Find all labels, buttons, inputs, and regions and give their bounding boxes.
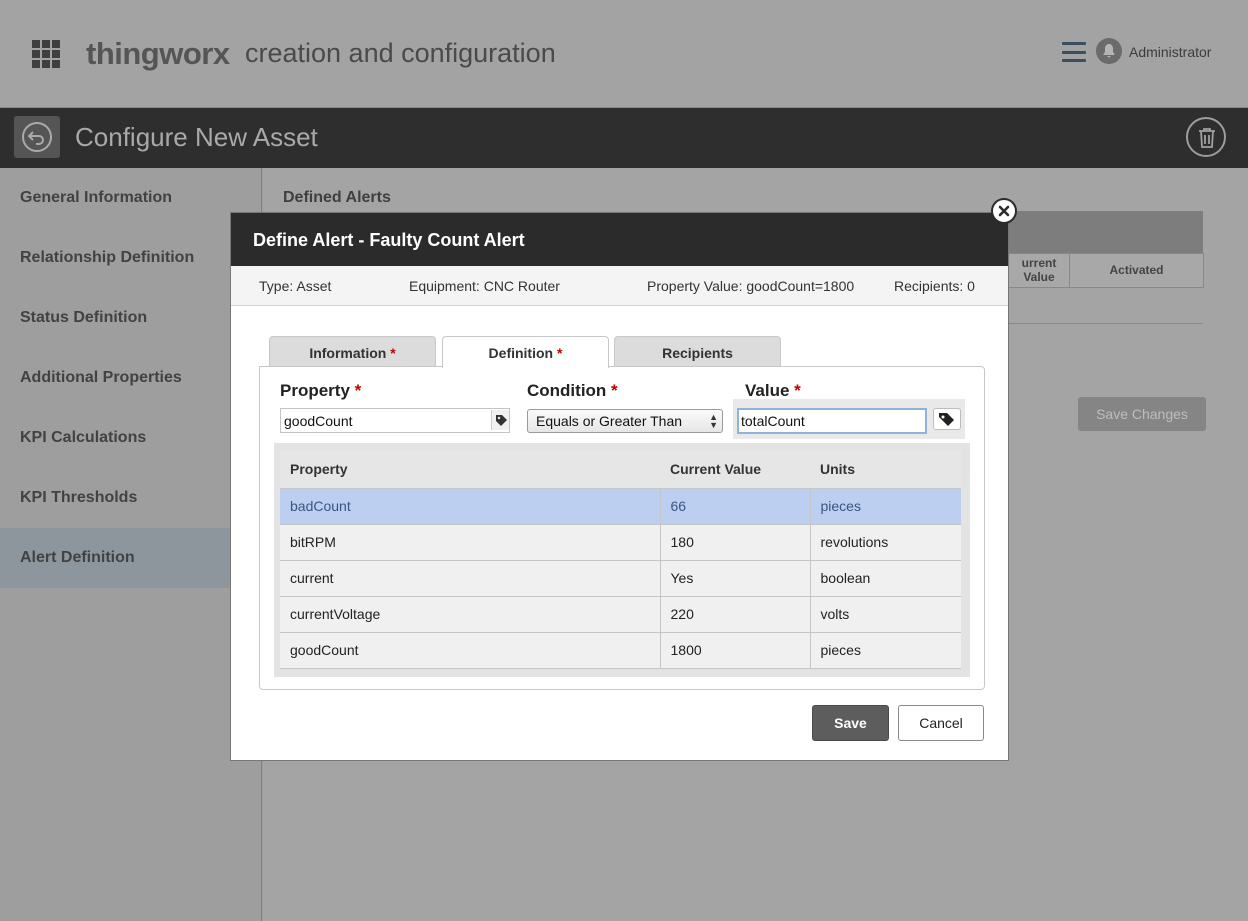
sidebar-item-alert-definition[interactable]: Alert Definition [0,528,262,588]
column-header-property[interactable]: Property [280,451,660,489]
property-label: Property * [280,381,362,400]
table-row[interactable]: goodCount 1800 pieces [280,631,961,669]
column-header-current-value: urrent Value [1008,253,1070,288]
cell-units: revolutions [810,523,961,561]
sidebar-item-status-definition[interactable]: Status Definition [0,288,262,348]
info-type: Type: Asset [259,278,332,294]
back-icon [22,122,52,152]
tab-label: Definition [488,345,554,361]
back-button[interactable] [14,116,60,158]
tab-label: Recipients [662,345,733,361]
menu-icon[interactable] [1062,42,1086,62]
cell-units: volts [810,595,961,633]
cell-property: currentVoltage [280,595,661,633]
table-row[interactable]: current Yes boolean [280,559,961,597]
cell-units: boolean [810,559,961,597]
column-header-activated: Activated [1069,253,1204,288]
trash-icon [1199,128,1215,148]
value-input[interactable]: totalCount [737,408,927,434]
condition-label: Condition * [527,381,618,400]
cell-current-value: 66 [660,487,811,525]
tab-label: Information [309,345,387,361]
cell-property: goodCount [280,631,661,669]
info-equipment: Equipment: CNC Router [409,278,560,294]
tab-definition[interactable]: Definition * [442,336,609,368]
required-marker: * [390,345,396,361]
sidebar: General Information Relationship Definit… [0,168,262,921]
dialog-title: Define Alert - Faulty Count Alert [253,230,525,250]
sidebar-item-additional-properties[interactable]: Additional Properties [0,348,262,408]
dropdown-arrows-icon: ▲ ▼ [709,412,718,430]
sidebar-item-kpi-thresholds[interactable]: KPI Thresholds [0,468,262,528]
sidebar-item-general-information[interactable]: General Information [0,168,262,228]
property-table: Property Current Value Units badCount 66… [280,451,961,669]
definition-panel: Property * Condition * Value * goodCount… [259,366,985,690]
cell-current-value: Yes [660,559,811,597]
user-name[interactable]: Administrator [1129,44,1211,60]
tab-recipients[interactable]: Recipients [614,336,781,367]
section-title: Defined Alerts [283,189,391,206]
cell-property: current [280,559,661,597]
save-changes-button[interactable]: Save Changes [1078,397,1206,431]
alerts-table-header [1008,211,1203,253]
info-recipients: Recipients: 0 [894,278,975,294]
table-row[interactable]: bitRPM 180 revolutions [280,523,961,561]
cell-units: pieces [810,631,961,669]
condition-selected-value: Equals or Greater Than [536,413,683,429]
bell-icon[interactable] [1096,38,1122,64]
property-input[interactable]: goodCount [280,408,510,433]
delete-button[interactable] [1186,117,1226,157]
apps-grid-icon[interactable] [32,40,60,68]
property-tag-icon[interactable] [491,410,509,430]
top-bar: thingworx creation and configuration Adm… [0,0,1248,108]
cancel-button[interactable]: Cancel [898,705,984,741]
info-property-value: Property Value: goodCount=1800 [647,278,855,294]
brand-logo: thingworx [86,36,230,71]
save-button[interactable]: Save [812,705,889,741]
tab-information[interactable]: Information * [269,336,436,367]
table-header-row: Property Current Value Units [280,451,961,489]
table-row[interactable]: badCount 66 pieces [280,487,961,525]
column-header-units[interactable]: Units [810,451,961,489]
required-marker: * [556,345,563,361]
page-title: Configure New Asset [75,122,318,152]
cell-units: pieces [810,487,961,525]
cell-current-value: 180 [660,523,811,561]
sidebar-item-kpi-calculations[interactable]: KPI Calculations [0,408,262,468]
column-header-current-value[interactable]: Current Value [660,451,810,489]
condition-select[interactable]: Equals or Greater Than ▲ ▼ [527,409,723,433]
sidebar-item-relationship-definition[interactable]: Relationship Definition [0,228,262,288]
value-tag-icon[interactable] [933,408,961,430]
table-row[interactable]: currentVoltage 220 volts [280,595,961,633]
close-icon [998,205,1010,217]
app-subtitle: creation and configuration [245,38,556,68]
dialog-header: Define Alert - Faulty Count Alert [231,213,1008,266]
cell-current-value: 1800 [660,631,811,669]
define-alert-dialog: Define Alert - Faulty Count Alert Type: … [230,212,1009,761]
cell-current-value: 220 [660,595,811,633]
dialog-info-bar: Type: Asset Equipment: CNC Router Proper… [231,266,1008,306]
value-label: Value * [745,381,801,400]
cell-property: bitRPM [280,523,661,561]
close-dialog-button[interactable] [991,198,1017,224]
cell-property: badCount [280,487,661,525]
divider [1008,323,1203,324]
